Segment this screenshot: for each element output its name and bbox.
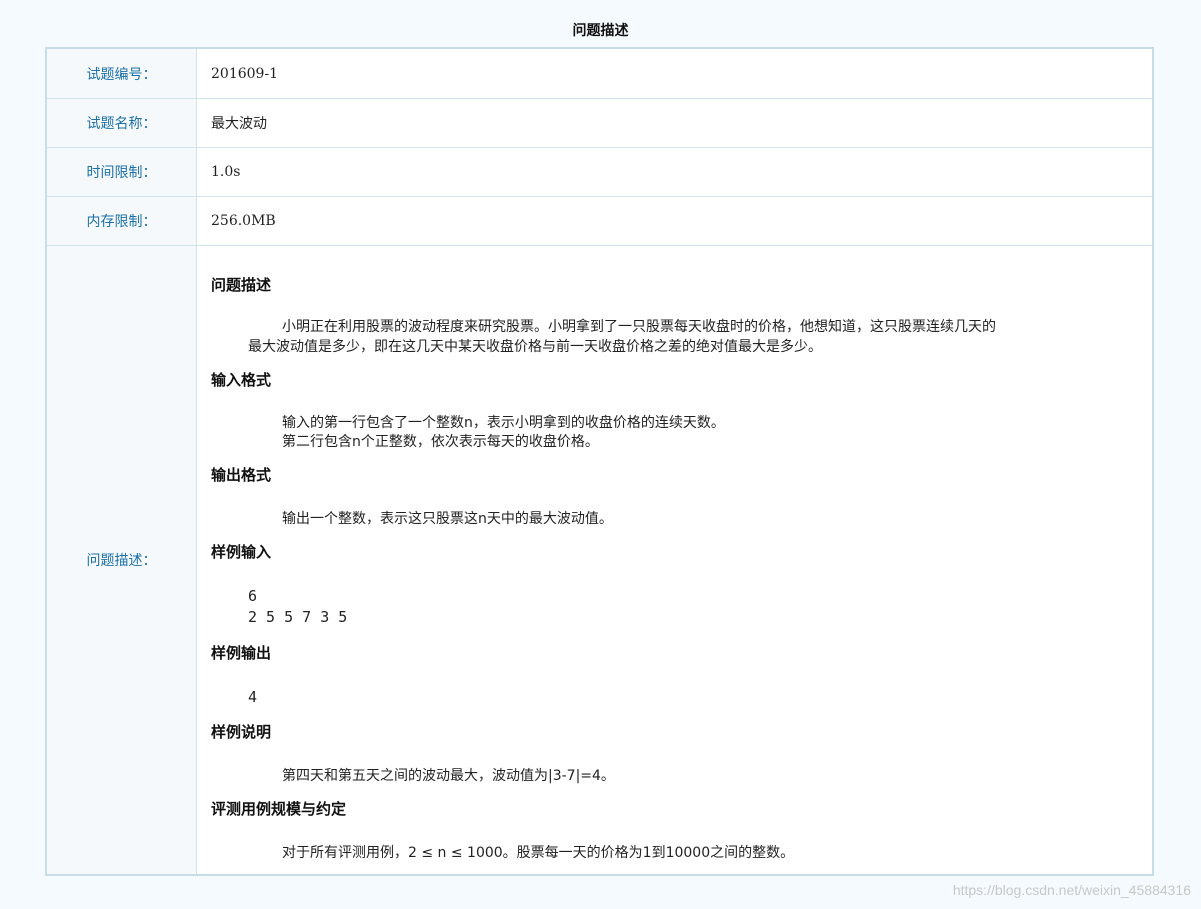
section-heading-output: 输出格式 <box>211 466 272 484</box>
section-heading-sample-input: 样例输入 <box>211 543 272 561</box>
table-row-description: 问题描述： 问题描述 小明正在利用股票的波动程度来研究股票。小明拿到了一只股票每… <box>47 246 1152 874</box>
output-text-line1: 输出一个整数，表示这只股票这n天中的最大波动值。 <box>282 511 613 527</box>
sample-input-line2: 2 5 5 7 3 5 <box>248 608 348 626</box>
section-heading-sample-output: 样例输出 <box>211 644 272 662</box>
row-label-time-limit: 时间限制： <box>47 148 197 196</box>
input-text-line2: 第二行包含n个正整数，依次表示每天的收盘价格。 <box>282 434 599 450</box>
section-heading-sample-explain: 样例说明 <box>211 723 272 741</box>
section-heading-constraints: 评测用例规模与约定 <box>211 800 347 818</box>
sample-explain-line1: 第四天和第五天之间的波动最大，波动值为|3-7|=4。 <box>282 768 615 784</box>
table-row: 时间限制： 1.0s <box>47 148 1152 197</box>
problem-table: 试题编号： 201609-1 试题名称： 最大波动 时间限制： 1.0s 内存限… <box>45 47 1154 876</box>
row-value-memory-limit: 256.0MB <box>211 213 276 229</box>
row-label-id: 试题编号： <box>47 49 197 98</box>
row-value-name: 最大波动 <box>211 116 267 132</box>
input-text-line1: 输入的第一行包含了一个整数n，表示小明拿到的收盘价格的连续天数。 <box>282 415 725 431</box>
sample-output-line1: 4 <box>248 688 258 706</box>
row-label-name: 试题名称： <box>47 99 197 147</box>
section-heading-problem: 问题描述 <box>211 276 272 294</box>
section-heading-input: 输入格式 <box>211 371 272 389</box>
table-row: 内存限制： 256.0MB <box>47 197 1152 246</box>
page-title: 问题描述 <box>572 23 629 39</box>
table-row: 试题名称： 最大波动 <box>47 99 1152 148</box>
problem-text-line2: 最大波动值是多少，即在这几天中某天收盘价格与前一天收盘价格之差的绝对值最大是多少… <box>248 339 822 355</box>
row-label-memory-limit: 内存限制： <box>47 197 197 245</box>
row-value-id: 201609-1 <box>211 65 279 82</box>
sample-input-line1: 6 <box>248 587 258 605</box>
problem-text-line1: 小明正在利用股票的波动程度来研究股票。小明拿到了一只股票每天收盘时的价格，他想知… <box>282 319 996 335</box>
row-label-description: 问题描述： <box>47 246 197 874</box>
table-row: 试题编号： 201609-1 <box>47 49 1152 99</box>
row-value-time-limit: 1.0s <box>211 164 241 180</box>
watermark-url: https://blog.csdn.net/weixin_45884316 <box>952 882 1191 898</box>
constraints-line1: 对于所有评测用例，2 ≤ n ≤ 1000。股票每一天的价格为1到10000之间… <box>282 845 795 861</box>
